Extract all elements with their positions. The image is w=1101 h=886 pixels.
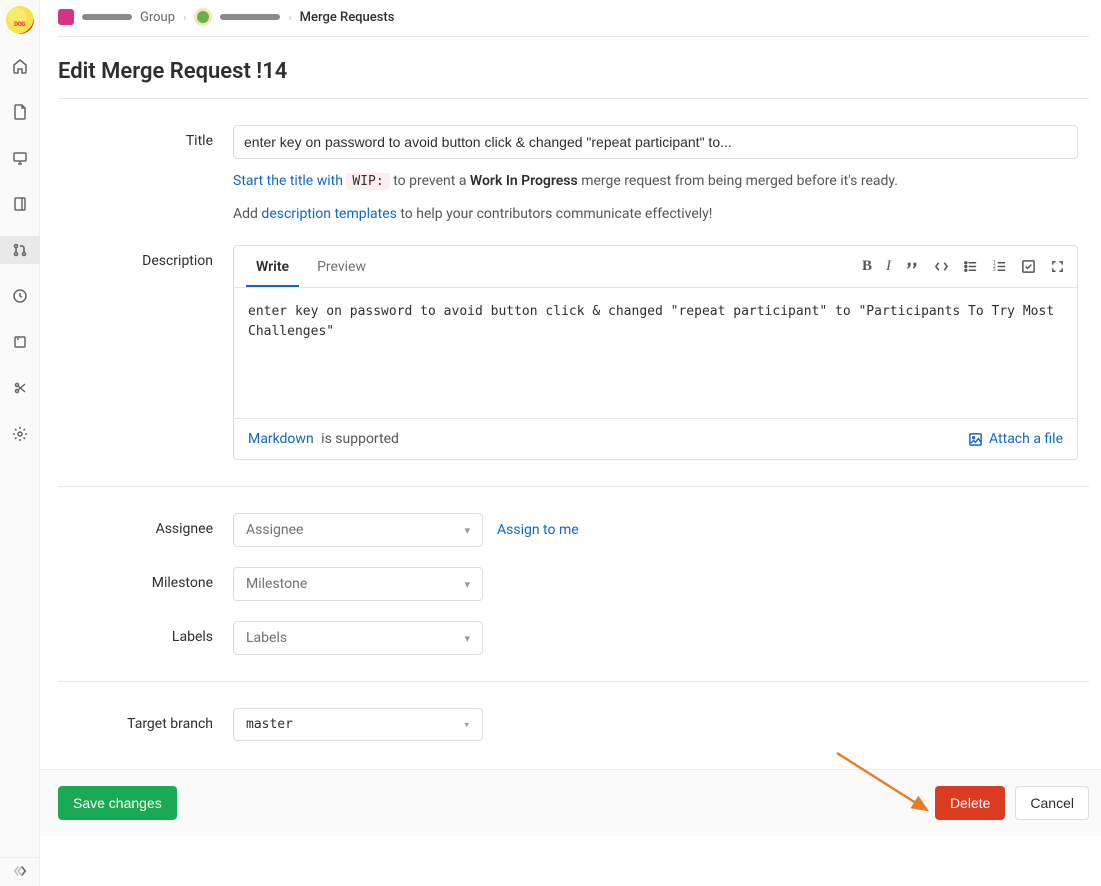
delete-button[interactable]: Delete <box>935 786 1005 820</box>
code-icon[interactable] <box>934 258 949 275</box>
description-label: Description <box>58 245 233 269</box>
breadcrumb-group-text[interactable]: Group <box>140 10 175 25</box>
tablet-icon[interactable] <box>0 190 40 218</box>
divider <box>58 486 1089 487</box>
divider <box>58 98 1089 99</box>
assign-to-me-link[interactable]: Assign to me <box>497 522 579 538</box>
milestone-select[interactable]: Milestone ▾ <box>233 567 483 601</box>
save-changes-button[interactable]: Save changes <box>58 786 177 820</box>
chevron-down-icon: ▾ <box>464 632 470 645</box>
numbered-list-icon[interactable]: 123 <box>992 258 1007 275</box>
markdown-link[interactable]: Markdown <box>248 431 314 447</box>
main-content: Group › › Merge Requests Edit Merge Requ… <box>40 0 1101 886</box>
target-branch-select[interactable]: master ▾ <box>233 708 483 741</box>
settings-icon[interactable] <box>0 420 40 448</box>
clock-icon[interactable] <box>0 282 40 310</box>
wip-hint-link[interactable]: Start the title with <box>233 173 343 189</box>
labels-label: Labels <box>58 621 233 645</box>
title-input[interactable] <box>233 125 1078 159</box>
task-list-icon[interactable] <box>1021 258 1036 275</box>
breadcrumb-project-name[interactable] <box>220 14 280 20</box>
chevron-right-icon: › <box>183 11 186 24</box>
quote-icon[interactable] <box>905 258 920 275</box>
monitor-icon[interactable] <box>0 144 40 172</box>
labels-select[interactable]: Labels ▾ <box>233 621 483 655</box>
fullscreen-icon[interactable] <box>1050 258 1065 275</box>
scissors-icon[interactable] <box>0 374 40 402</box>
attach-file-button[interactable]: Attach a file <box>968 431 1063 447</box>
home-icon[interactable] <box>0 52 40 80</box>
merge-request-icon[interactable] <box>0 236 40 264</box>
wip-hint: Start the title with WIP: to prevent a W… <box>233 171 1078 192</box>
svg-text:3: 3 <box>993 267 996 273</box>
title-label: Title <box>58 125 233 149</box>
collapse-sidebar-icon[interactable] <box>0 857 40 878</box>
page-title: Edit Merge Request !14 <box>58 59 1089 84</box>
bold-icon[interactable]: B <box>862 258 872 275</box>
breadcrumb: Group › › Merge Requests <box>58 0 1089 37</box>
assignee-label: Assignee <box>58 513 233 537</box>
chevron-down-icon: ▾ <box>464 524 470 537</box>
project-logo[interactable] <box>6 6 34 34</box>
breadcrumb-group-avatar[interactable] <box>58 9 74 25</box>
chevron-down-icon: ▾ <box>463 718 470 731</box>
description-textarea[interactable]: enter key on password to avoid button cl… <box>234 288 1077 418</box>
actions-bar: Save changes Delete Cancel <box>40 769 1101 836</box>
template-hint: Add description templates to help your c… <box>233 204 1078 225</box>
file-icon[interactable] <box>0 98 40 126</box>
tab-write[interactable]: Write <box>246 247 299 287</box>
description-templates-link[interactable]: description templates <box>261 206 396 222</box>
target-branch-label: Target branch <box>58 708 233 732</box>
description-editor: Write Preview B I 123 en <box>233 245 1078 460</box>
italic-icon[interactable]: I <box>886 258 891 275</box>
cancel-button[interactable]: Cancel <box>1015 786 1089 820</box>
sidebar <box>0 0 40 886</box>
markdown-hint: Markdown is supported <box>248 431 399 447</box>
milestone-label: Milestone <box>58 567 233 591</box>
divider <box>58 681 1089 682</box>
package-icon[interactable] <box>0 328 40 356</box>
breadcrumb-group-name[interactable] <box>82 14 132 20</box>
chevron-down-icon: ▾ <box>464 578 470 591</box>
wip-code: WIP: <box>346 173 389 190</box>
tab-preview[interactable]: Preview <box>307 247 376 287</box>
chevron-right-icon: › <box>288 11 291 24</box>
breadcrumb-project-avatar[interactable] <box>194 8 212 26</box>
breadcrumb-current[interactable]: Merge Requests <box>300 10 395 25</box>
assignee-select[interactable]: Assignee ▾ <box>233 513 483 547</box>
bullet-list-icon[interactable] <box>963 258 978 275</box>
